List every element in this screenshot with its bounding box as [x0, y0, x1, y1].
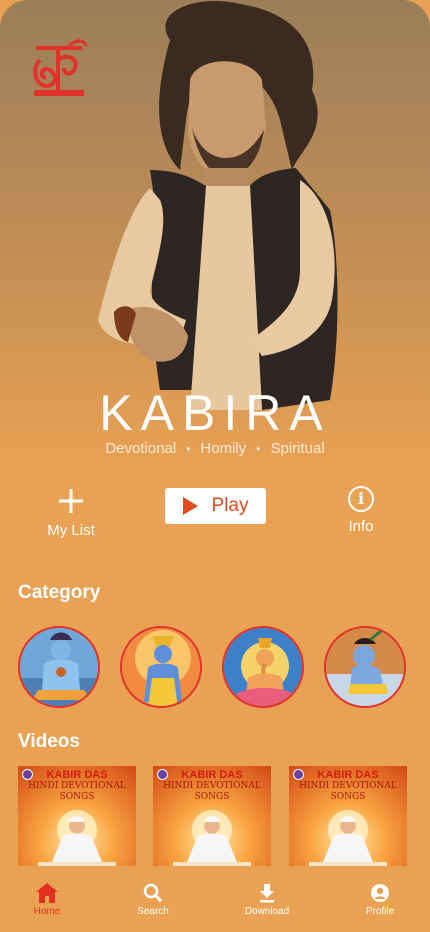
nav-download-label: Download — [244, 906, 290, 917]
info-icon: i — [348, 486, 374, 512]
video-subtitle-2: SONGS — [194, 792, 230, 802]
search-icon — [143, 883, 163, 903]
video-title: KABIR DAS — [317, 769, 379, 781]
my-list-label: My List — [47, 522, 95, 539]
hero-actions: My List Play i Info — [0, 486, 430, 546]
video-item[interactable]: KABIR DAS HINDI DEVOTIONAL SONGS — [153, 766, 271, 866]
genre-homily: Homily — [200, 440, 247, 457]
rama-image — [122, 628, 200, 706]
video-subtitle: HINDI DEVOTIONAL — [299, 781, 397, 791]
krishna-image — [326, 628, 404, 706]
genre-list: Devotional • Homily • Spiritual — [0, 440, 430, 457]
home-icon — [36, 883, 58, 903]
video-title: KABIR DAS — [181, 769, 243, 781]
play-button[interactable]: Play — [165, 488, 266, 524]
nav-home-label: Home — [33, 906, 61, 917]
info-label: Info — [348, 518, 374, 535]
videos-heading: Videos — [18, 731, 80, 752]
video-subtitle: HINDI DEVOTIONAL — [163, 781, 261, 791]
nav-download[interactable]: Download — [232, 882, 302, 917]
download-icon — [260, 884, 274, 903]
video-list: KABIR DAS HINDI DEVOTIONAL SONGS KABIR D… — [18, 766, 418, 866]
app-logo[interactable] — [28, 38, 90, 104]
genre-separator: • — [256, 442, 261, 456]
info-button[interactable]: i Info — [333, 486, 389, 535]
video-subtitle-2: SONGS — [330, 792, 366, 802]
category-item-shiva[interactable] — [18, 626, 100, 708]
ganesha-image — [224, 628, 302, 706]
video-item[interactable]: KABIR DAS HINDI DEVOTIONAL SONGS — [18, 766, 136, 866]
play-label: Play — [211, 495, 249, 516]
category-item-krishna[interactable] — [324, 626, 406, 708]
shiva-image — [20, 628, 98, 706]
category-heading: Category — [18, 582, 101, 603]
genre-separator: • — [186, 442, 191, 456]
show-title: KABIRA — [99, 385, 331, 441]
video-item[interactable]: KABIR DAS HINDI DEVOTIONAL SONGS — [289, 766, 407, 866]
bottom-nav: Home Search Download Profile — [0, 870, 430, 932]
nav-home[interactable]: Home — [12, 882, 82, 917]
my-list-button[interactable]: My List — [40, 486, 102, 539]
profile-icon — [371, 884, 389, 902]
nav-profile-label: Profile — [365, 906, 395, 917]
category-item-rama[interactable] — [120, 626, 202, 708]
app-screen: KABIRA Devotional • Homily • Spiritual My Li… — [0, 0, 430, 932]
play-icon — [182, 497, 198, 515]
video-subtitle-2: SONGS — [59, 792, 95, 802]
category-list — [18, 626, 418, 708]
video-subtitle: HINDI DEVOTIONAL — [28, 781, 126, 791]
category-item-ganesha[interactable] — [222, 626, 304, 708]
nav-search[interactable]: Search — [118, 882, 188, 917]
nav-profile[interactable]: Profile — [345, 882, 415, 917]
plus-icon — [59, 489, 83, 513]
genre-devotional: Devotional — [105, 440, 177, 457]
genre-spiritual: Spiritual — [270, 440, 325, 457]
video-title: KABIR DAS — [46, 769, 108, 781]
nav-search-label: Search — [137, 906, 169, 917]
